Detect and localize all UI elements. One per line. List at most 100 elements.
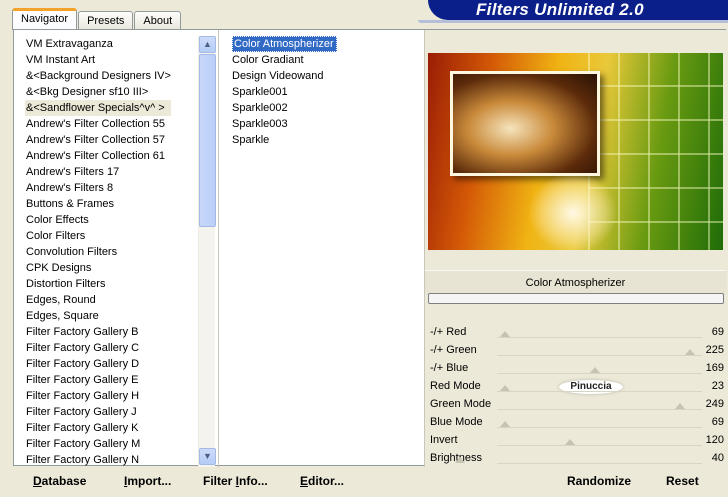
- slider-track[interactable]: [497, 391, 702, 392]
- filter-info-button[interactable]: Filter Info...: [203, 474, 268, 488]
- filter-item[interactable]: Color Atmospherizer: [230, 36, 410, 52]
- category-item[interactable]: Andrew's Filters 17: [24, 164, 204, 180]
- category-item-label: Filter Factory Gallery M: [26, 438, 141, 450]
- parameter-label: Green Mode: [430, 398, 492, 410]
- slider-marker[interactable]: [500, 385, 510, 391]
- button-bar: Database Import... Filter Info... Editor…: [0, 467, 728, 497]
- filter-item[interactable]: Color Gradiant: [230, 52, 410, 68]
- scroll-up-button[interactable]: ▲: [199, 36, 216, 53]
- category-item[interactable]: Andrew's Filter Collection 55: [24, 116, 204, 132]
- category-list[interactable]: VM Extravaganza VM Instant Art &<Backgroun…: [24, 36, 204, 468]
- category-item-label: Filter Factory Gallery K: [26, 422, 139, 434]
- category-item[interactable]: Filter Factory Gallery H: [24, 388, 204, 404]
- category-item-label: Filter Factory Gallery B: [26, 326, 139, 338]
- filter-list[interactable]: Color Atmospherizer Color Gradiant Design …: [230, 36, 410, 148]
- database-button[interactable]: Database: [33, 474, 86, 488]
- category-item[interactable]: Buttons & Frames: [24, 196, 204, 212]
- parameter-value: 120: [705, 434, 724, 446]
- filter-item[interactable]: Sparkle003: [230, 116, 410, 132]
- reset-button[interactable]: Reset: [666, 474, 699, 488]
- slider-marker[interactable]: [500, 331, 510, 337]
- category-item[interactable]: Filter Factory Gallery B: [24, 324, 204, 340]
- filter-item[interactable]: Sparkle001: [230, 84, 410, 100]
- category-item-label: Color Effects: [26, 214, 89, 226]
- import-button[interactable]: Import...: [124, 474, 171, 488]
- slider-marker[interactable]: [500, 421, 510, 427]
- category-item[interactable]: &<Sandflower Specials^v^ >: [24, 100, 204, 116]
- scroll-down-button[interactable]: ▼: [199, 448, 216, 465]
- category-item-label: Convolution Filters: [26, 246, 118, 258]
- category-item[interactable]: Filter Factory Gallery E: [24, 372, 204, 388]
- category-item[interactable]: &<Bkg Designer sf10 III>: [24, 84, 204, 100]
- category-item-label: &<Sandflower Specials^v^ >: [25, 100, 171, 116]
- slider-marker[interactable]: [685, 349, 695, 355]
- category-item-label: Filter Factory Gallery J: [26, 406, 137, 418]
- category-item[interactable]: Filter Factory Gallery J: [24, 404, 204, 420]
- category-item[interactable]: Filter Factory Gallery M: [24, 436, 204, 452]
- category-item-label: Filter Factory Gallery N: [26, 454, 140, 466]
- category-item[interactable]: Color Filters: [24, 228, 204, 244]
- parameter-list: Pinuccia -/+ Red 69 -/+ Green 225 -/+ Blue 16…: [425, 324, 726, 468]
- category-item[interactable]: Filter Factory Gallery K: [24, 420, 204, 436]
- parameter-row[interactable]: Green Mode 249: [425, 396, 726, 414]
- parameter-value: 23: [711, 380, 724, 392]
- category-item[interactable]: Color Effects: [24, 212, 204, 228]
- parameter-label: -/+ Blue: [430, 362, 469, 374]
- slider-marker[interactable]: [565, 439, 575, 445]
- parameter-row[interactable]: -/+ Red 69: [425, 324, 726, 342]
- category-item[interactable]: Edges, Square: [24, 308, 204, 324]
- category-item[interactable]: VM Extravaganza: [24, 36, 204, 52]
- title-banner-shadow: [418, 20, 728, 23]
- preview-frame: [450, 71, 600, 176]
- category-item[interactable]: Filter Factory Gallery N: [24, 452, 204, 468]
- category-item[interactable]: Filter Factory Gallery C: [24, 340, 204, 356]
- parameter-value: 69: [711, 326, 724, 338]
- filter-preview-image: [428, 53, 723, 250]
- parameter-value: 169: [705, 362, 724, 374]
- slider-track[interactable]: [497, 409, 702, 410]
- tab-navigator[interactable]: Navigator: [12, 8, 78, 30]
- filter-item[interactable]: Sparkle002: [230, 100, 410, 116]
- category-item[interactable]: Distortion Filters: [24, 276, 204, 292]
- slider-marker[interactable]: [675, 403, 685, 409]
- tab-presets[interactable]: Presets: [78, 11, 134, 30]
- category-item[interactable]: Edges, Round: [24, 292, 204, 308]
- category-item[interactable]: Convolution Filters: [24, 244, 204, 260]
- scroll-thumb[interactable]: [199, 54, 216, 227]
- category-item-label: Andrew's Filters 17: [26, 166, 120, 178]
- category-item[interactable]: CPK Designs: [24, 260, 204, 276]
- category-item-label: Filter Factory Gallery C: [26, 342, 140, 354]
- slider-marker[interactable]: [590, 367, 600, 373]
- slider-track[interactable]: [497, 355, 702, 356]
- slider-marker[interactable]: [455, 457, 465, 463]
- parameter-row[interactable]: -/+ Green 225: [425, 342, 726, 360]
- category-item-label: CPK Designs: [26, 262, 92, 274]
- category-item-label: VM Instant Art: [26, 54, 96, 66]
- editor-button[interactable]: Editor...: [300, 474, 344, 488]
- parameter-row[interactable]: Blue Mode 69: [425, 414, 726, 432]
- filter-item[interactable]: Sparkle: [230, 132, 410, 148]
- category-item[interactable]: &<Background Designers IV>: [24, 68, 204, 84]
- slider-track[interactable]: [497, 337, 702, 338]
- category-scrollbar[interactable]: ▲ ▼: [198, 36, 216, 467]
- parameter-row[interactable]: Invert 120: [425, 432, 726, 450]
- parameter-row[interactable]: Red Mode 23: [425, 378, 726, 396]
- parameter-row[interactable]: Brightness 40: [425, 450, 726, 468]
- category-item[interactable]: Andrew's Filter Collection 61: [24, 148, 204, 164]
- category-item[interactable]: Filter Factory Gallery D: [24, 356, 204, 372]
- parameter-value: 225: [705, 344, 724, 356]
- randomize-button[interactable]: Randomize: [567, 474, 631, 488]
- preview-area: Color Atmospherizer Pinuccia -/+ Red 69 -/…: [425, 30, 726, 467]
- slider-track[interactable]: [497, 463, 702, 464]
- slider-track[interactable]: [497, 373, 702, 374]
- slider-track[interactable]: [497, 445, 702, 446]
- category-item[interactable]: VM Instant Art: [24, 52, 204, 68]
- tab-about[interactable]: About: [134, 11, 182, 30]
- filter-item[interactable]: Design Videowand: [230, 68, 410, 84]
- category-item[interactable]: Andrew's Filters 8: [24, 180, 204, 196]
- category-item[interactable]: Andrew's Filter Collection 57: [24, 132, 204, 148]
- slider-track[interactable]: [497, 427, 702, 428]
- filter-item-label: Design Videowand: [232, 70, 324, 82]
- parameter-row[interactable]: -/+ Blue 169: [425, 360, 726, 378]
- category-item-label: Filter Factory Gallery E: [26, 374, 139, 386]
